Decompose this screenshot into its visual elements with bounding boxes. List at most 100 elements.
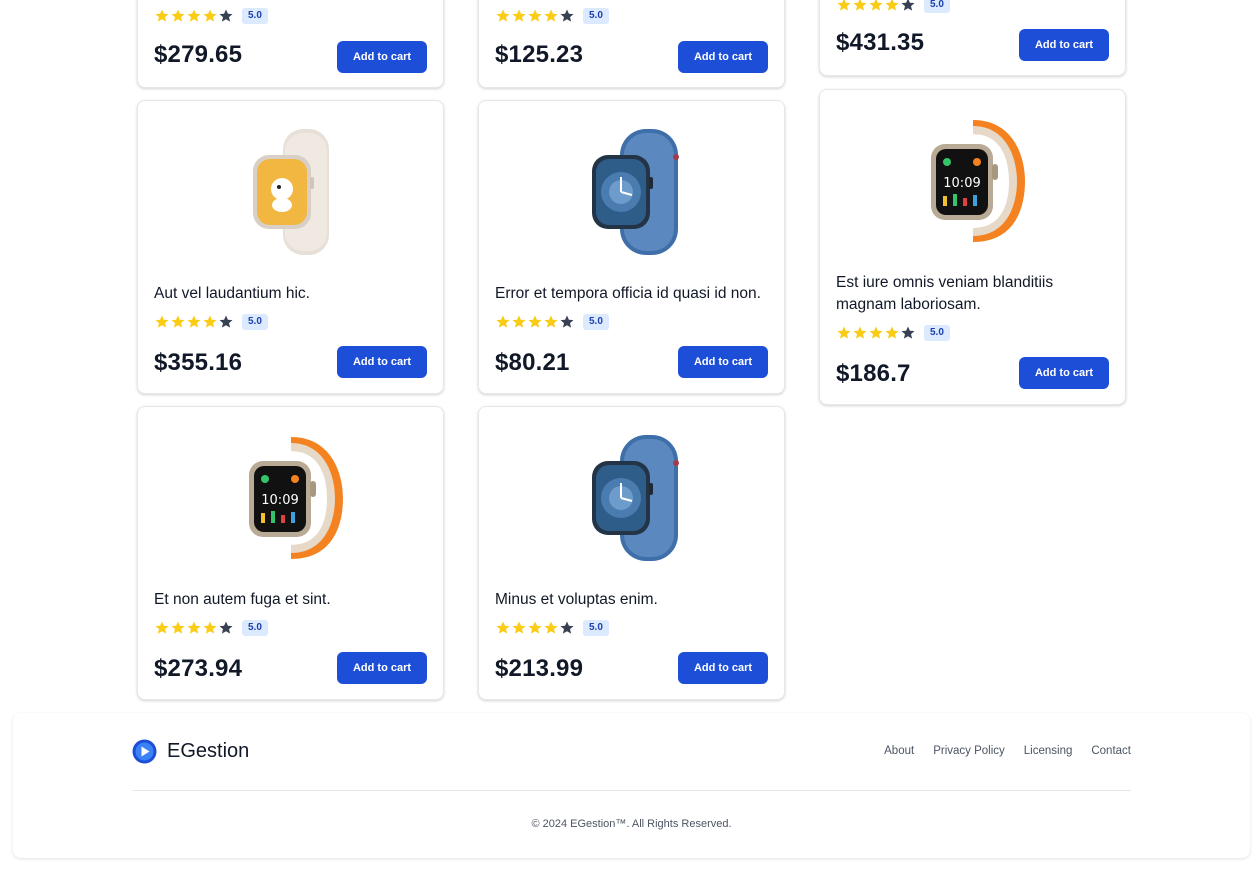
add-to-cart-button[interactable]: Add to cart <box>1019 29 1109 61</box>
add-to-cart-button[interactable]: Add to cart <box>337 652 427 684</box>
star-icon <box>219 9 233 22</box>
svg-text:10:09: 10:09 <box>943 176 980 191</box>
footer-links: About Privacy Policy Licensing Contact <box>884 745 1131 757</box>
star-icon <box>203 621 217 634</box>
product-card: Error et tempora officia id quasi id non… <box>478 100 785 394</box>
rating-badge: 5.0 <box>583 314 609 330</box>
stars <box>154 8 234 24</box>
star-icon <box>155 621 169 634</box>
star-icon <box>171 621 185 634</box>
star-icon <box>512 9 526 22</box>
star-icon <box>171 9 185 22</box>
star-icon <box>901 0 915 11</box>
rating-badge: 5.0 <box>583 8 609 24</box>
product-card: 10:09 Est iure omnis veniam blanditiis m… <box>819 89 1126 405</box>
add-to-cart-button[interactable]: Add to cart <box>337 346 427 378</box>
product-card: Aut vel laudantium hic. 5.0 $355.16 Add … <box>137 100 444 394</box>
rating-badge: 5.0 <box>924 325 950 341</box>
product-title[interactable]: Minus et voluptas enim. <box>495 589 768 611</box>
star-icon <box>869 326 883 339</box>
footer-link-about[interactable]: About <box>884 745 914 757</box>
watch-starlight-image <box>252 129 329 255</box>
star-icon <box>544 315 558 328</box>
site-footer: EGestion About Privacy Policy Licensing … <box>13 713 1250 858</box>
watch-ultra-image: 10:09 <box>930 120 1025 242</box>
star-icon <box>528 9 542 22</box>
footer-link-contact[interactable]: Contact <box>1091 745 1131 757</box>
product-card: 10:09 Et non autem fuga et sint. 5.0 $27… <box>137 406 444 700</box>
rating: 5.0 <box>154 314 268 330</box>
play-logo-icon <box>132 739 157 764</box>
star-icon <box>837 0 851 11</box>
star-icon <box>901 326 915 339</box>
star-icon <box>219 315 233 328</box>
stars <box>495 620 575 636</box>
star-icon <box>853 326 867 339</box>
star-icon <box>544 9 558 22</box>
product-image[interactable] <box>138 127 443 257</box>
rating-badge: 5.0 <box>583 620 609 636</box>
product-price: $273.94 <box>154 655 243 682</box>
product-image[interactable]: 10:09 <box>820 116 1125 246</box>
star-icon <box>528 315 542 328</box>
star-icon <box>512 315 526 328</box>
star-icon <box>560 9 574 22</box>
star-icon <box>560 315 574 328</box>
product-price: $80.21 <box>495 349 570 376</box>
rating: 5.0 <box>154 8 268 24</box>
footer-link-privacy-policy[interactable]: Privacy Policy <box>933 745 1005 757</box>
copyright-text: © 2024 EGestion™. All Rights Reserved. <box>531 818 732 830</box>
footer-brand[interactable]: EGestion <box>132 739 249 764</box>
product-price: $213.99 <box>495 655 584 682</box>
star-icon <box>869 0 883 11</box>
add-to-cart-button[interactable]: Add to cart <box>678 652 768 684</box>
product-card: 5.0 $431.35 Add to cart <box>819 0 1126 76</box>
product-price: $279.65 <box>154 41 243 68</box>
star-icon <box>512 621 526 634</box>
stars <box>836 325 916 341</box>
product-price: $355.16 <box>154 349 243 376</box>
rating-badge: 5.0 <box>242 314 268 330</box>
star-icon <box>496 621 510 634</box>
product-image[interactable] <box>479 433 784 563</box>
stars <box>154 620 234 636</box>
product-card: 5.0 $125.23 Add to cart <box>478 0 785 88</box>
rating: 5.0 <box>495 620 609 636</box>
product-image[interactable]: 10:09 <box>138 433 443 563</box>
star-icon <box>528 621 542 634</box>
star-icon <box>203 9 217 22</box>
star-icon <box>155 9 169 22</box>
add-to-cart-button[interactable]: Add to cart <box>678 346 768 378</box>
star-icon <box>187 315 201 328</box>
stars <box>836 0 916 13</box>
star-icon <box>496 9 510 22</box>
add-to-cart-button[interactable]: Add to cart <box>678 41 768 73</box>
star-icon <box>837 326 851 339</box>
star-icon <box>544 621 558 634</box>
product-title[interactable]: Error et tempora officia id quasi id non… <box>495 283 768 305</box>
product-title[interactable]: Et non autem fuga et sint. <box>154 589 427 611</box>
watch-ultra-image: 10:09 <box>248 437 343 559</box>
product-card: Minus et voluptas enim. 5.0 $213.99 Add … <box>478 406 785 700</box>
stars <box>495 8 575 24</box>
product-title[interactable]: Aut vel laudantium hic. <box>154 283 427 305</box>
product-price: $186.7 <box>836 360 911 387</box>
star-icon <box>885 0 899 11</box>
product-image[interactable] <box>479 127 784 257</box>
rating-badge: 5.0 <box>242 620 268 636</box>
watch-blue-image <box>591 435 679 561</box>
star-icon <box>853 0 867 11</box>
product-card: 5.0 $279.65 Add to cart <box>137 0 444 88</box>
product-title[interactable]: Est iure omnis veniam blanditiis magnam … <box>836 272 1109 316</box>
add-to-cart-button[interactable]: Add to cart <box>337 41 427 73</box>
add-to-cart-button[interactable]: Add to cart <box>1019 357 1109 389</box>
star-icon <box>219 621 233 634</box>
rating: 5.0 <box>154 620 268 636</box>
rating: 5.0 <box>495 8 609 24</box>
footer-link-licensing[interactable]: Licensing <box>1024 745 1073 757</box>
star-icon <box>155 315 169 328</box>
product-price: $125.23 <box>495 41 584 68</box>
rating: 5.0 <box>836 0 950 13</box>
svg-text:10:09: 10:09 <box>261 493 298 508</box>
rating: 5.0 <box>836 325 950 341</box>
